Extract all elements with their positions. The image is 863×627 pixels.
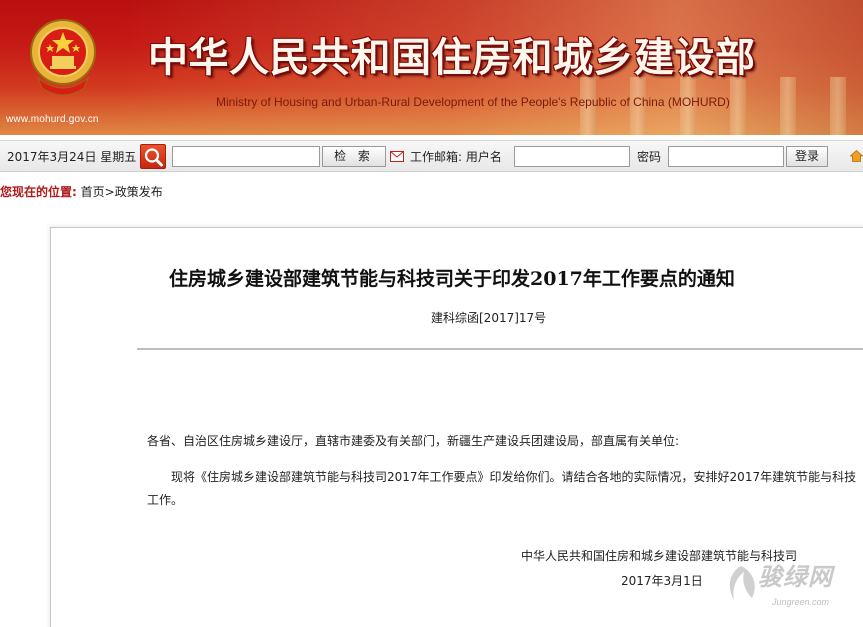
site-title: 中华人民共和国住房和城乡建设部 (148, 35, 756, 81)
mail-icon (390, 151, 404, 162)
article-title: 住房城乡建设部建筑节能与科技司关于印发2017年工作要点的通知 (169, 268, 735, 290)
article-salutation: 各省、自治区住房城乡建设厅，直辖市建委及有关部门，新疆生产建设兵团建设局，部直属… (147, 434, 680, 448)
breadcrumb-home-link[interactable]: 首页 (81, 185, 105, 199)
password-input[interactable] (668, 146, 784, 167)
password-label: 密码 (637, 150, 662, 164)
article-body-line: 现将《住房城乡建设部建筑节能与科技司2017年工作要点》印发给你们。请结合各地的… (171, 470, 857, 484)
article-body-line: 工作。 (147, 493, 184, 507)
search-icon[interactable] (140, 144, 166, 169)
search-input[interactable] (172, 146, 320, 167)
national-emblem-icon (30, 19, 96, 96)
watermark-url: Jungreen.com (772, 597, 830, 607)
site-banner: www.mohurd.gov.cn 中华人民共和国住房和城乡建设部 Minist… (0, 0, 863, 135)
watermark-logo-icon (729, 566, 755, 600)
username-input[interactable] (514, 146, 630, 167)
article-divider (137, 348, 863, 350)
watermark-text: 骏绿网 (758, 563, 833, 591)
login-button[interactable]: 登录 (786, 146, 828, 167)
site-watermark: 骏绿网 Jungreen.com (720, 560, 863, 612)
document-number: 建科综函[2017]17号 (431, 311, 547, 325)
work-mail-username-label: 工作邮箱: 用户名 (410, 150, 502, 164)
top-toolbar: 2017年3月24日 星期五 检 索 工作邮箱: 用户名 密码 登录 (0, 140, 863, 172)
home-icon[interactable] (850, 150, 863, 162)
breadcrumb: 您现在的位置: 首页>政策发布 (0, 183, 863, 201)
breadcrumb-separator: > (104, 185, 115, 199)
site-subtitle: Ministry of Housing and Urban-Rural Deve… (216, 95, 730, 109)
breadcrumb-label: 您现在的位置: (0, 185, 77, 199)
breadcrumb-current-link[interactable]: 政策发布 (115, 185, 163, 199)
current-date: 2017年3月24日 星期五 (7, 150, 137, 164)
site-url[interactable]: www.mohurd.gov.cn (6, 114, 126, 128)
signature-date: 2017年3月1日 (621, 574, 703, 588)
search-button[interactable]: 检 索 (322, 146, 386, 167)
